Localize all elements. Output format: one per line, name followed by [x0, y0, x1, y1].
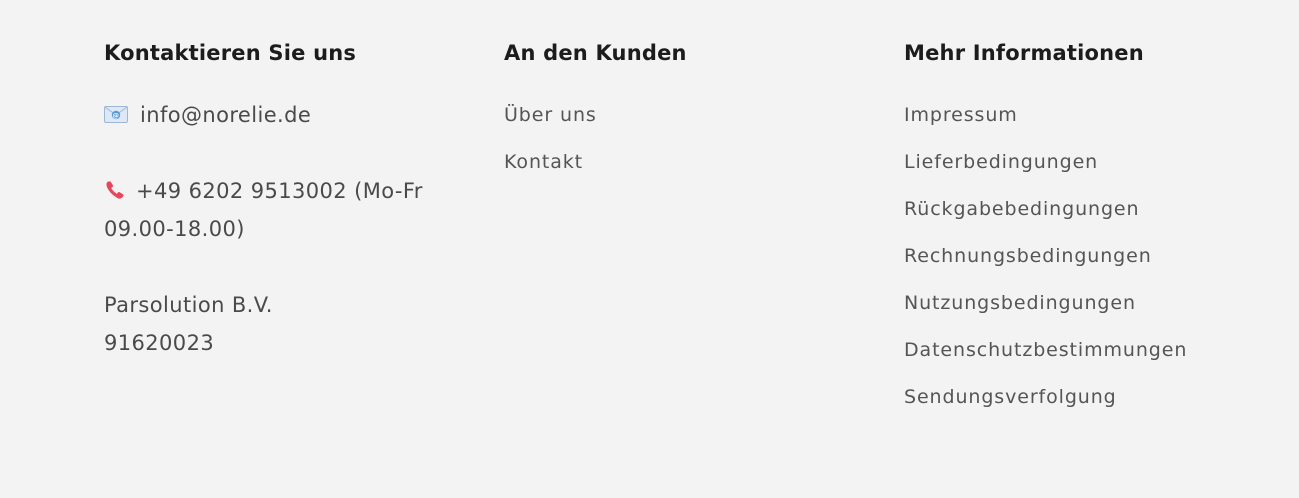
link-sendungsverfolgung[interactable]: Sendungsverfolgung [904, 386, 1117, 408]
phone-text-line1: +49 6202 9513002 (Mo-Fr [136, 179, 423, 203]
link-rechnungsbedingungen[interactable]: Rechnungsbedingungen [904, 245, 1152, 267]
company-number: 91620023 [104, 331, 215, 355]
contact-heading: Kontaktieren Sie uns [104, 41, 357, 65]
list-item: Impressum [904, 100, 1187, 147]
link-rueckgabebedingungen[interactable]: Rückgabebedingungen [904, 198, 1139, 220]
email-text: info@norelie.de [140, 103, 312, 127]
list-item: Rückgabebedingungen [904, 194, 1187, 241]
phone-icon [104, 175, 126, 199]
link-impressum[interactable]: Impressum [904, 104, 1018, 126]
link-datenschutzbestimmungen[interactable]: Datenschutzbestimmungen [904, 339, 1187, 361]
link-lieferbedingungen[interactable]: Lieferbedingungen [904, 151, 1098, 173]
company-name: Parsolution B.V. [104, 293, 273, 317]
list-item: Kontakt [504, 147, 597, 194]
company-info: Parsolution B.V. 91620023 [104, 286, 273, 362]
list-item: Über uns [504, 100, 597, 147]
list-item: Nutzungsbedingungen [904, 288, 1187, 335]
info-heading: Mehr Informationen [904, 41, 1144, 65]
contact-column: Kontaktieren Sie uns @ info@norelie.de +… [104, 38, 464, 355]
svg-text:@: @ [113, 111, 120, 119]
list-item: Rechnungsbedingungen [904, 241, 1187, 288]
contact-phone[interactable]: +49 6202 9513002 (Mo-Fr 09.00-18.00) [104, 172, 464, 248]
contact-email[interactable]: @ info@norelie.de [104, 96, 311, 134]
list-item: Sendungsverfolgung [904, 382, 1187, 429]
envelope-icon: @ [104, 97, 128, 123]
phone-text-line2: 09.00-18.00) [104, 217, 245, 241]
info-column: Mehr Informationen Impressum Lieferbedin… [904, 38, 1264, 408]
list-item: Lieferbedingungen [904, 147, 1187, 194]
link-kontakt[interactable]: Kontakt [504, 151, 583, 173]
info-links: Impressum Lieferbedingungen Rückgabebedi… [904, 100, 1187, 429]
link-nutzungsbedingungen[interactable]: Nutzungsbedingungen [904, 292, 1136, 314]
customer-heading: An den Kunden [504, 41, 687, 65]
site-footer: Kontaktieren Sie uns @ info@norelie.de +… [0, 0, 1299, 498]
list-item: Datenschutzbestimmungen [904, 335, 1187, 382]
customer-column: An den Kunden Über uns Kontakt [504, 38, 824, 173]
link-ueber-uns[interactable]: Über uns [504, 104, 597, 126]
customer-links: Über uns Kontakt [504, 100, 597, 194]
